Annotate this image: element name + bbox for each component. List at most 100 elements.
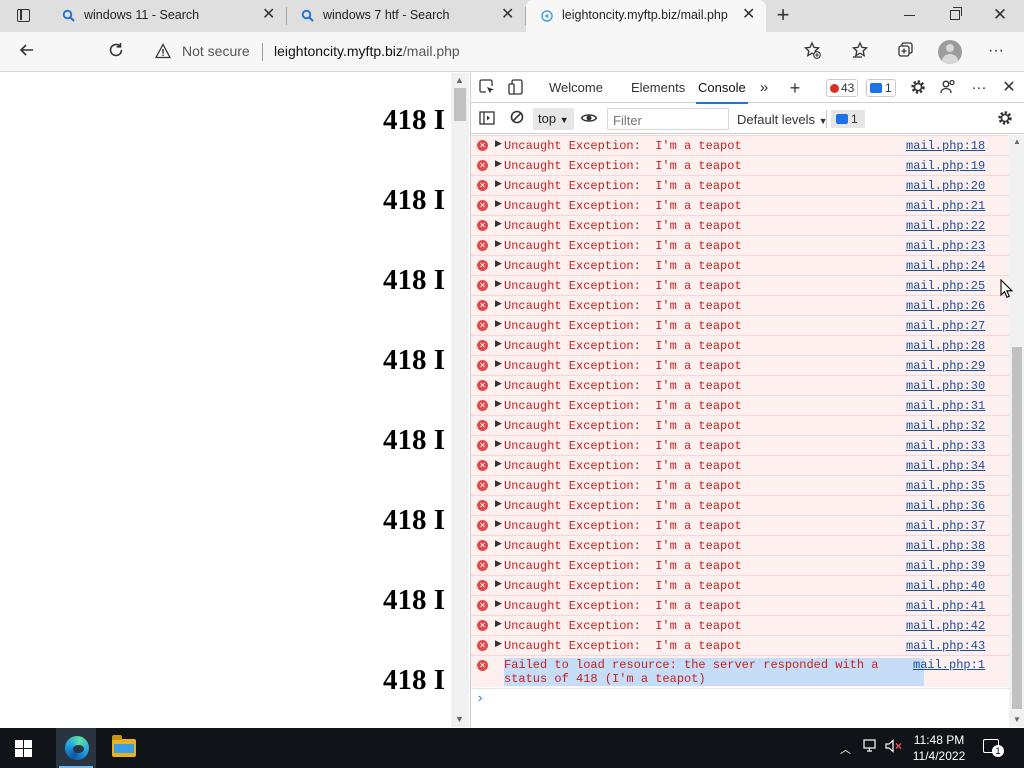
console-error-row[interactable]: ✕ ▶ Uncaught Exception: I'm a teapot mail.p… [471,295,1009,315]
profile-avatar[interactable] [938,40,962,64]
source-link[interactable]: mail.php:29 [906,359,985,373]
source-link[interactable]: mail.php:28 [906,339,985,353]
devtools-settings-button[interactable] [907,78,929,98]
source-link[interactable]: mail.php:30 [906,379,985,393]
settings-more-button[interactable]: ··· [984,40,1008,64]
expand-triangle-icon[interactable]: ▶ [495,279,502,289]
expand-triangle-icon[interactable]: ▶ [495,479,502,489]
console-error-row[interactable]: ✕ ▶ Uncaught Exception: I'm a teapot mail.p… [471,275,1009,295]
console-error-row[interactable]: ✕ ▶ Uncaught Exception: I'm a teapot mail.p… [471,415,1009,435]
source-link[interactable]: mail.php:39 [906,559,985,573]
scroll-down-icon[interactable]: ▼ [455,714,464,724]
devtools-tab-welcome[interactable]: Welcome [549,80,603,95]
expand-triangle-icon[interactable]: ▶ [495,139,502,149]
expand-triangle-icon[interactable]: ▶ [495,199,502,209]
source-link[interactable]: mail.php:25 [906,279,985,293]
expand-triangle-icon[interactable]: ▶ [495,339,502,349]
console-error-row[interactable]: ✕ ▶ Uncaught Exception: I'm a teapot mail.p… [471,495,1009,515]
expand-triangle-icon[interactable]: ▶ [495,399,502,409]
tab-mail-php[interactable]: leightoncity.myftp.biz/mail.php ✕ [526,0,766,32]
minimize-button[interactable] [895,4,925,26]
add-tool-button[interactable]: + [784,78,806,98]
console-error-row[interactable]: ✕ ▶ Uncaught Exception: I'm a teapot mail.p… [471,575,1009,595]
more-tabs-button[interactable]: » [753,78,775,98]
console-error-row[interactable]: ✕ ▶ Uncaught Exception: I'm a teapot mail.p… [471,555,1009,575]
inspect-element-button[interactable] [476,78,498,98]
expand-triangle-icon[interactable]: ▶ [495,219,502,229]
favorites-button[interactable] [848,40,872,64]
scroll-down-icon[interactable]: ▼ [1013,715,1021,724]
console-error-row[interactable]: ✕ ▶ Uncaught Exception: I'm a teapot mail.p… [471,255,1009,275]
source-link[interactable]: mail.php:41 [906,599,985,613]
scroll-up-icon[interactable]: ▲ [455,75,464,85]
source-link[interactable]: mail.php:35 [906,479,985,493]
expand-triangle-icon[interactable]: ▶ [495,259,502,269]
console-settings-button[interactable] [994,109,1016,129]
expand-triangle-icon[interactable]: ▶ [495,439,502,449]
devtools-tab-console[interactable]: Console [696,80,748,104]
expand-triangle-icon[interactable]: ▶ [495,519,502,529]
expand-triangle-icon[interactable]: ▶ [495,379,502,389]
page-scrollbar[interactable]: ▲ ▼ [451,73,469,727]
console-error-row[interactable]: ✕ ▶ Uncaught Exception: I'm a teapot mail.p… [471,315,1009,335]
expand-triangle-icon[interactable]: ▶ [495,559,502,569]
console-prompt[interactable]: › [471,688,1009,708]
source-link[interactable]: mail.php:26 [906,299,985,313]
console-error-row[interactable]: ✕ ▶ Uncaught Exception: I'm a teapot mail.p… [471,395,1009,415]
device-emulation-button[interactable] [505,78,527,98]
console-error-row[interactable]: ✕ ▶ Uncaught Exception: I'm a teapot mail.p… [471,335,1009,355]
expand-triangle-icon[interactable]: ▶ [495,299,502,309]
tab-actions-button[interactable] [10,6,36,26]
add-favorite-button[interactable] [800,40,824,64]
source-link[interactable]: mail.php:36 [906,499,985,513]
console-scroll-thumb[interactable] [1012,347,1022,709]
volume-muted-icon[interactable] [885,739,903,756]
console-scrollbar[interactable]: ▲ ▼ [1009,135,1024,727]
console-error-row[interactable]: ✕ ▶ Uncaught Exception: I'm a teapot mail.p… [471,455,1009,475]
network-icon[interactable] [863,739,879,756]
source-link[interactable]: mail.php:19 [906,159,985,173]
console-error-row[interactable]: ✕ ▶ Uncaught Exception: I'm a teapot mail.p… [471,535,1009,555]
expand-triangle-icon[interactable]: ▶ [495,159,502,169]
expand-triangle-icon[interactable]: ▶ [495,619,502,629]
source-link[interactable]: mail.php:22 [906,219,985,233]
expand-triangle-icon[interactable]: ▶ [495,179,502,189]
console-error-row[interactable]: ✕ ▶ Uncaught Exception: I'm a teapot mail.p… [471,195,1009,215]
live-expression-button[interactable] [578,109,600,129]
log-levels-select[interactable]: Default levels ▼ [737,112,828,127]
source-link[interactable]: mail.php:20 [906,179,985,193]
page-scroll-thumb[interactable] [454,88,466,121]
not-secure-label[interactable]: Not secure [182,43,250,59]
console-error-row[interactable]: ✕ ▶ Uncaught Exception: I'm a teapot mail.p… [471,355,1009,375]
source-link[interactable]: mail.php:23 [906,239,985,253]
source-link[interactable]: mail.php:34 [906,459,985,473]
expand-triangle-icon[interactable]: ▶ [495,639,502,649]
console-error-row[interactable]: ✕ ▶ Uncaught Exception: I'm a teapot mail.p… [471,135,1009,155]
devtools-tab-elements[interactable]: Elements [631,80,685,95]
show-hidden-icons-chevron-icon[interactable]: ︿ [840,741,851,757]
expand-triangle-icon[interactable]: ▶ [495,239,502,249]
new-tab-button[interactable]: + [772,4,794,26]
tab-close-icon[interactable]: ✕ [501,7,515,23]
console-error-row[interactable]: ✕ ▶ Uncaught Exception: I'm a teapot mail.p… [471,375,1009,395]
restore-button[interactable] [940,4,970,26]
issues-badge[interactable]: 1 [831,110,865,128]
console-failed-resource-row[interactable]: ✕ Failed to load resource: the server res… [471,655,1009,687]
source-link[interactable]: mail.php:1 [913,658,985,672]
source-link[interactable]: mail.php:38 [906,539,985,553]
source-link[interactable]: mail.php:32 [906,419,985,433]
console-error-row[interactable]: ✕ ▶ Uncaught Exception: I'm a teapot mail.p… [471,435,1009,455]
show-sidebar-button[interactable] [476,109,498,129]
source-link[interactable]: mail.php:18 [906,139,985,153]
scroll-up-icon[interactable]: ▲ [1013,137,1021,146]
connected-devices-button[interactable] [937,78,959,98]
error-count-badge[interactable]: 43 [826,79,859,97]
expand-triangle-icon[interactable]: ▶ [495,539,502,549]
close-devtools-button[interactable]: ✕ [998,78,1020,98]
message-count-badge[interactable]: 1 [866,79,896,97]
source-link[interactable]: mail.php:40 [906,579,985,593]
source-link[interactable]: mail.php:21 [906,199,985,213]
expand-triangle-icon[interactable]: ▶ [495,499,502,509]
expand-triangle-icon[interactable]: ▶ [495,359,502,369]
console-error-row[interactable]: ✕ ▶ Uncaught Exception: I'm a teapot mail.p… [471,515,1009,535]
